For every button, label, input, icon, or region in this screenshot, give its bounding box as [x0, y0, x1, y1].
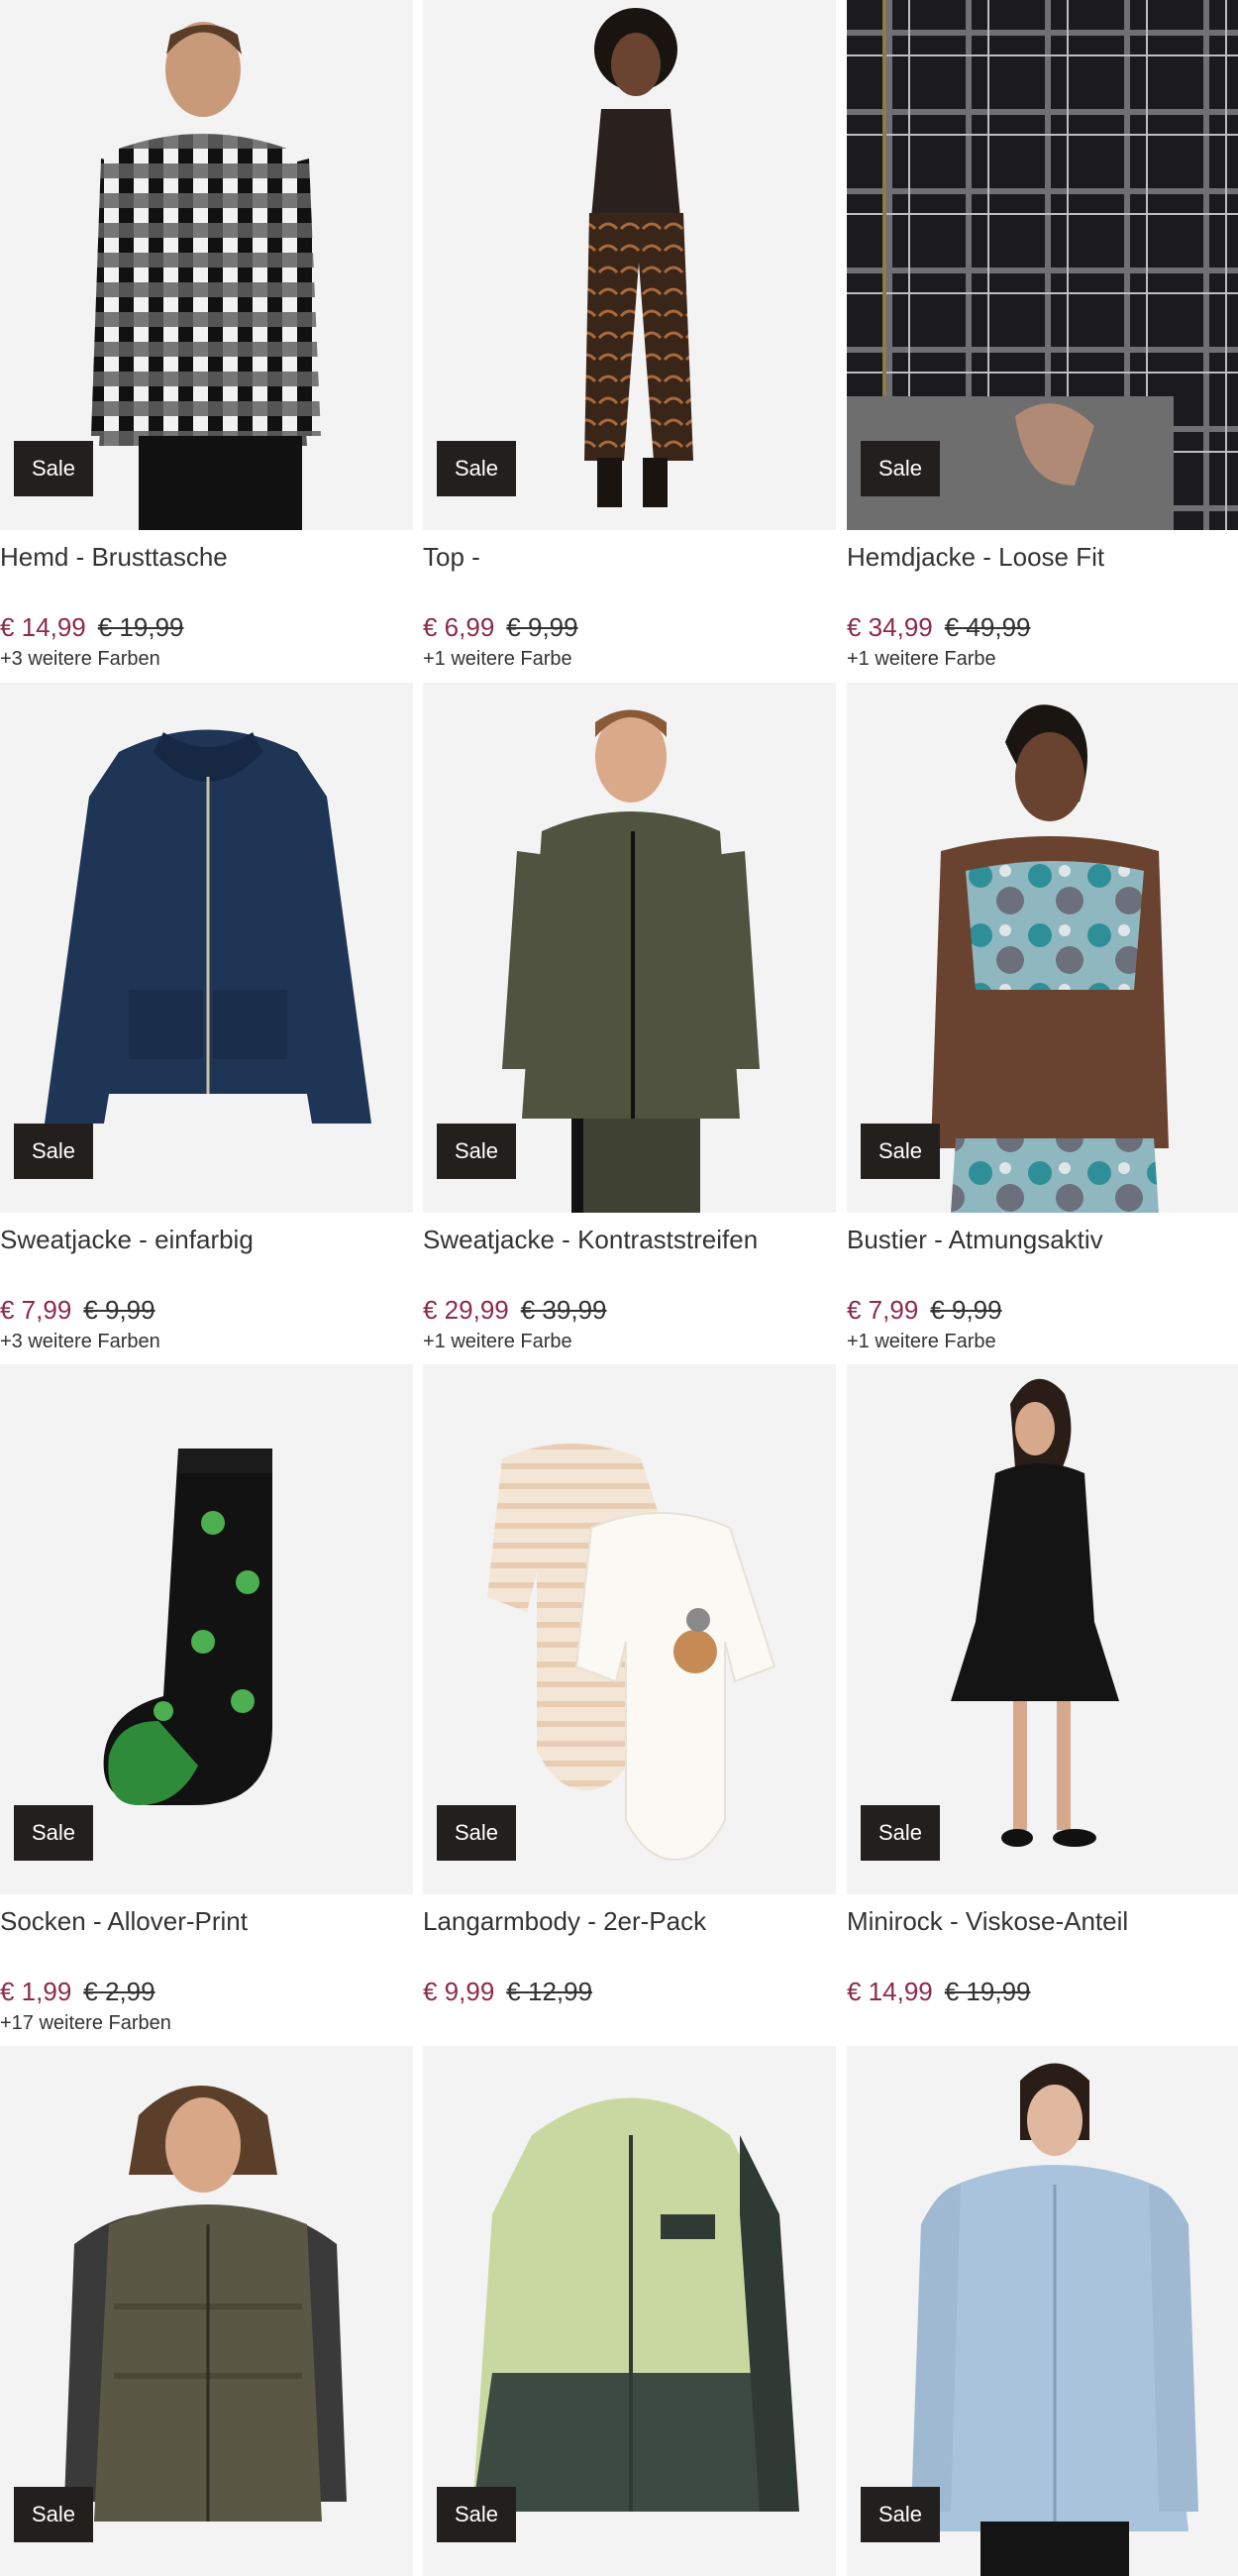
product-image[interactable]: Sale [423, 2046, 836, 2576]
sale-price: € 14,99 [0, 612, 86, 642]
original-price: € 9,99 [506, 612, 578, 642]
sale-price: € 34,99 [847, 612, 933, 642]
price-row: € 29,99 € 39,99 [423, 1294, 836, 1326]
sale-price: € 6,99 [423, 612, 495, 642]
product-image[interactable]: Sale [0, 0, 413, 530]
original-price: € 39,99 [520, 1295, 607, 1325]
original-price: € 9,99 [83, 1295, 155, 1325]
product-card[interactable]: Sale Socken - Allover-Print € 1,99 € 2,99… [0, 1364, 413, 2037]
sale-badge: Sale [14, 441, 93, 496]
price-row: € 7,99 € 9,99 [847, 1294, 1238, 1326]
product-image[interactable]: Sale [847, 2046, 1238, 2576]
product-card[interactable]: Sale Bustier - Atmungsaktiv € 7,99 € 9,99… [847, 683, 1238, 1355]
sale-badge: Sale [861, 441, 940, 496]
original-price: € 19,99 [97, 612, 184, 642]
original-price: € 2,99 [83, 1977, 155, 2006]
product-image[interactable]: Sale [847, 0, 1238, 530]
price-row: € 14,99 € 19,99 [847, 1976, 1238, 2007]
product-card[interactable]: Sale [423, 2046, 836, 2576]
original-price: € 49,99 [944, 612, 1031, 642]
price-row: € 34,99 € 49,99 [847, 611, 1238, 643]
sale-badge: Sale [437, 441, 516, 496]
product-name[interactable]: Minirock - Viskose-Anteil [847, 1904, 1238, 1938]
more-colors-note[interactable]: +1 weitere Farbe [847, 645, 1238, 673]
price-row: € 14,99 € 19,99 [0, 611, 413, 643]
product-card[interactable]: Sale [847, 2046, 1238, 2576]
sale-badge: Sale [14, 2487, 93, 2542]
more-colors-note[interactable]: +1 weitere Farbe [423, 645, 836, 673]
price-row: € 9,99 € 12,99 [423, 1976, 836, 2007]
sale-badge: Sale [437, 2487, 516, 2542]
more-colors-note[interactable]: +17 weitere Farben [0, 2009, 413, 2037]
more-colors-note[interactable]: +3 weitere Farben [0, 1328, 413, 1355]
product-card[interactable]: Sale Hemdjacke - Loose Fit € 34,99 € 49,9… [847, 0, 1238, 673]
product-image[interactable]: Sale [0, 2046, 413, 2576]
sale-price: € 7,99 [847, 1295, 919, 1325]
sale-badge: Sale [14, 1124, 93, 1179]
product-card[interactable]: Sale [0, 2046, 413, 2576]
product-card[interactable]: Sale Minirock - Viskose-Anteil € 14,99 € … [847, 1364, 1238, 2009]
product-image[interactable]: Sale [423, 0, 836, 530]
product-image[interactable]: Sale [423, 683, 836, 1213]
product-image[interactable]: Sale [423, 1364, 836, 1894]
price-row: € 1,99 € 2,99 [0, 1976, 413, 2007]
product-card[interactable]: Sale Sweatjacke - einfarbig € 7,99 € 9,99… [0, 683, 413, 1355]
product-name[interactable]: Langarmbody - 2er-Pack [423, 1904, 836, 1938]
sale-badge: Sale [861, 1124, 940, 1179]
more-colors-note[interactable]: +3 weitere Farben [0, 645, 413, 673]
product-name[interactable]: Bustier - Atmungsaktiv [847, 1223, 1238, 1256]
original-price: € 9,99 [930, 1295, 1002, 1325]
product-name[interactable]: Top - [423, 540, 836, 574]
price-row: € 7,99 € 9,99 [0, 1294, 413, 1326]
original-price: € 19,99 [944, 1977, 1031, 2006]
sale-price: € 1,99 [0, 1977, 72, 2006]
product-name[interactable]: Hemdjacke - Loose Fit [847, 540, 1238, 574]
product-image[interactable]: Sale [847, 683, 1238, 1213]
sale-badge: Sale [861, 1805, 940, 1861]
product-card[interactable]: Sale Sweatjacke - Kontraststreifen € 29,… [423, 683, 836, 1355]
product-image[interactable]: Sale [847, 1364, 1238, 1894]
sale-badge: Sale [14, 1805, 93, 1861]
product-card[interactable]: Sale Langarmbody - 2er-Pack € 9,99 € 12,9… [423, 1364, 836, 2009]
product-name[interactable]: Socken - Allover-Print [0, 1904, 413, 1938]
sale-price: € 7,99 [0, 1295, 72, 1325]
sale-price: € 29,99 [423, 1295, 509, 1325]
original-price: € 12,99 [506, 1977, 593, 2006]
more-colors-note[interactable]: +1 weitere Farbe [423, 1328, 836, 1355]
product-name[interactable]: Sweatjacke - einfarbig [0, 1223, 413, 1256]
sale-badge: Sale [437, 1124, 516, 1179]
sale-badge: Sale [861, 2487, 940, 2542]
price-row: € 6,99 € 9,99 [423, 611, 836, 643]
product-card[interactable]: Sale Hemd - Brusttasche € 14,99 € 19,99 +… [0, 0, 413, 673]
product-image[interactable]: Sale [0, 683, 413, 1213]
more-colors-note[interactable]: +1 weitere Farbe [847, 1328, 1238, 1355]
sale-price: € 9,99 [423, 1977, 495, 2006]
product-name[interactable]: Sweatjacke - Kontraststreifen [423, 1223, 836, 1256]
sale-price: € 14,99 [847, 1977, 933, 2006]
sale-badge: Sale [437, 1805, 516, 1861]
product-card[interactable]: Sale Top - € 6,99 € 9,99 +1 weitere Farbe [423, 0, 836, 673]
product-name[interactable]: Hemd - Brusttasche [0, 540, 413, 574]
product-image[interactable]: Sale [0, 1364, 413, 1894]
